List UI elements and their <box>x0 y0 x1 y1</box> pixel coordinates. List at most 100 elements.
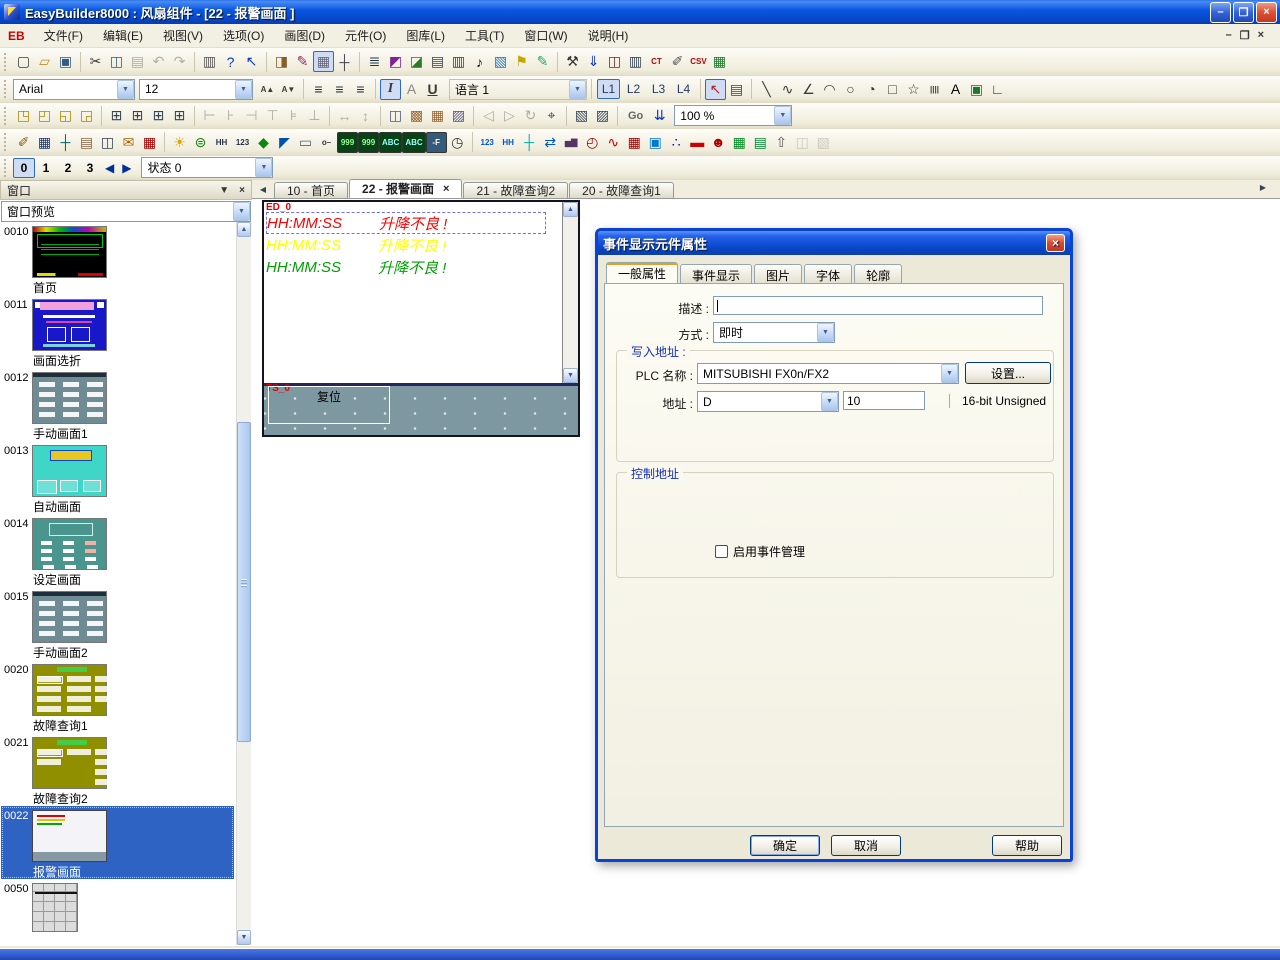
window-thumbnail[interactable] <box>32 737 107 789</box>
window-thumbnail[interactable] <box>32 372 107 424</box>
event-display-object[interactable]: ED_0 HH:MM:SS升降不良 !HH:MM:SS升降不良 !HH:MM:S… <box>264 202 562 383</box>
chevron-down-icon[interactable]: ▼ <box>817 323 834 342</box>
layer-3-button[interactable]: L3 <box>647 79 670 99</box>
send-backward-icon[interactable]: ◲ <box>76 105 97 126</box>
window-tree-icon[interactable]: ≣ <box>364 51 385 72</box>
language-select[interactable]: 语言 1 ▼ <box>449 79 587 100</box>
object-properties-icon[interactable]: ▤ <box>726 79 747 100</box>
event-display-scrollbar[interactable]: ▲ ▼ <box>562 202 578 383</box>
data-transfer-icon[interactable]: ⇄ <box>540 132 561 153</box>
chevron-down-icon[interactable]: ▼ <box>233 202 250 221</box>
history-data-display-icon[interactable]: ▦ <box>624 132 645 153</box>
tab-scroll-left-icon[interactable]: ◀ <box>256 182 270 197</box>
same-size-icon[interactable]: ◫ <box>385 105 406 126</box>
direct-window-icon[interactable]: ◷ <box>447 132 468 153</box>
animation-icon[interactable]: HH <box>498 132 519 153</box>
align-right-icon[interactable]: ≡ <box>350 79 371 100</box>
backup-object-icon[interactable]: ⇧ <box>771 132 792 153</box>
zoom-arrows-icon[interactable]: ⇊ <box>649 105 670 126</box>
data-block-display-icon[interactable]: ▣ <box>645 132 666 153</box>
numeric-input-icon[interactable]: 999 <box>358 132 379 153</box>
mdi-restore-button[interactable]: ❐ <box>1240 29 1250 42</box>
window-thumbnail[interactable] <box>32 591 107 643</box>
underline-icon[interactable]: U <box>422 79 443 100</box>
group-objects-icon[interactable]: ▩ <box>406 105 427 126</box>
tab-general[interactable]: 一般属性 <box>606 262 678 283</box>
reset-button-object[interactable]: 复位 <box>268 386 390 424</box>
open-file-icon[interactable]: ▱ <box>34 51 55 72</box>
fit-left-icon[interactable]: ⊞ <box>148 105 169 126</box>
fit-height-icon[interactable]: ⊞ <box>127 105 148 126</box>
recipe-table-icon[interactable]: ▦ <box>709 51 730 72</box>
frame-tool-icon[interactable]: ∟ <box>987 79 1008 100</box>
multi-state-switch-icon[interactable]: ▭ <box>295 132 316 153</box>
label-library-icon[interactable]: ⚑ <box>511 51 532 72</box>
menu-options[interactable]: 选项(O) <box>214 24 273 47</box>
move-object-icon[interactable]: ┼ <box>519 132 540 153</box>
event-row-0[interactable]: HH:MM:SS升降不良 ! <box>266 212 546 234</box>
state-1-button[interactable]: 1 <box>35 158 57 178</box>
zoom-select[interactable]: 100 % ▼ <box>674 105 792 126</box>
screen-editor-window[interactable]: ED_0 HH:MM:SS升降不良 !HH:MM:SS升降不良 !HH:MM:S… <box>262 200 580 437</box>
arc-tool-icon[interactable]: ◠ <box>819 79 840 100</box>
snap-icon[interactable]: ┼ <box>334 51 355 72</box>
system-tag-icon[interactable]: ✐ <box>13 132 34 153</box>
numeric-display-icon[interactable]: 999 <box>337 132 358 153</box>
state-select[interactable]: 状态 0 ▼ <box>141 157 273 178</box>
slide-switch-icon[interactable]: o– <box>316 132 337 153</box>
enable-event-management-row[interactable]: 启用事件管理 <box>715 543 805 560</box>
window-thumbnail[interactable] <box>32 445 107 497</box>
calendar-icon[interactable]: ▦ <box>139 132 160 153</box>
panel-close-icon[interactable]: × <box>239 185 245 196</box>
ascii-display-icon[interactable]: ABC <box>379 132 402 153</box>
picture-tool-icon[interactable]: ▣ <box>966 79 987 100</box>
save-icon[interactable]: ▣ <box>55 51 76 72</box>
chevron-down-icon[interactable]: ▼ <box>235 80 252 99</box>
menu-help[interactable]: 说明(H) <box>579 24 638 47</box>
toolbar-grip[interactable] <box>4 80 9 98</box>
close-button[interactable]: × <box>1256 2 1277 23</box>
help-icon[interactable]: ? <box>220 51 241 72</box>
shrink-font-icon[interactable]: A▼ <box>278 79 299 100</box>
chevron-down-icon[interactable]: ▼ <box>941 364 958 383</box>
chevron-down-icon[interactable]: ▼ <box>255 158 272 177</box>
circle-tool-icon[interactable]: ○ <box>840 79 861 100</box>
meter-display-icon[interactable]: ◴ <box>582 132 603 153</box>
scroll-up-icon[interactable]: ▲ <box>563 202 578 217</box>
display-grid-icon[interactable]: ▦ <box>313 51 334 72</box>
print-project-icon[interactable]: ▥ <box>625 51 646 72</box>
layer-4-button[interactable]: L4 <box>672 79 695 99</box>
set-bit-icon[interactable]: HH <box>211 132 232 153</box>
moving-shape-icon[interactable]: 123 <box>477 132 498 153</box>
menu-draw[interactable]: 画图(D) <box>275 24 334 47</box>
window-preview-item-0010[interactable]: 0010首页 <box>1 222 234 295</box>
offline-simulation-icon[interactable]: ◩ <box>385 51 406 72</box>
settings-button[interactable]: 设置... <box>965 362 1051 384</box>
redraw-icon[interactable]: ✎ <box>292 51 313 72</box>
scrollbar-thumb[interactable] <box>237 422 251 742</box>
alarm-bar-icon[interactable]: ▬ <box>687 132 708 153</box>
align-center-icon[interactable]: ≡ <box>329 79 350 100</box>
window-preview-item-0020[interactable]: 0020故障查询1 <box>1 660 234 733</box>
doc-duplicate-icon[interactable]: ◫ <box>97 132 118 153</box>
bit-lamp-icon[interactable]: ☀ <box>169 132 190 153</box>
text-tool-icon[interactable]: A <box>945 79 966 100</box>
align-left-icon[interactable]: ≡ <box>308 79 329 100</box>
new-file-icon[interactable]: ▢ <box>13 51 34 72</box>
bar-graph-icon[interactable]: ▅▇ <box>561 132 582 153</box>
editor-canvas[interactable]: ED_0 HH:MM:SS升降不良 !HH:MM:SS升降不良 !HH:MM:S… <box>252 199 1280 948</box>
simulation-download-icon[interactable]: ◫ <box>604 51 625 72</box>
window-thumbnail[interactable] <box>32 810 107 862</box>
menu-objects[interactable]: 元件(O) <box>336 24 395 47</box>
toolbar-grip[interactable] <box>4 53 9 71</box>
document-tab-3[interactable]: 20 - 故障查询1 <box>569 182 674 198</box>
tab-scroll-right-icon[interactable]: ▶ <box>1256 180 1270 195</box>
chevron-down-icon[interactable]: ▼ <box>117 80 134 99</box>
context-help-icon[interactable]: ↖ <box>241 51 262 72</box>
window-preview-item-0014[interactable]: 0014设定画面 <box>1 514 234 587</box>
event-row-2[interactable]: HH:MM:SS升降不良 ! <box>266 256 446 278</box>
polygon-tool-icon[interactable]: ☆ <box>903 79 924 100</box>
help-button[interactable]: 帮助 <box>992 835 1062 856</box>
ct-converter-icon[interactable]: CT <box>646 51 667 72</box>
sidebar-scrollbar[interactable]: ▲ ▼ <box>236 222 251 945</box>
